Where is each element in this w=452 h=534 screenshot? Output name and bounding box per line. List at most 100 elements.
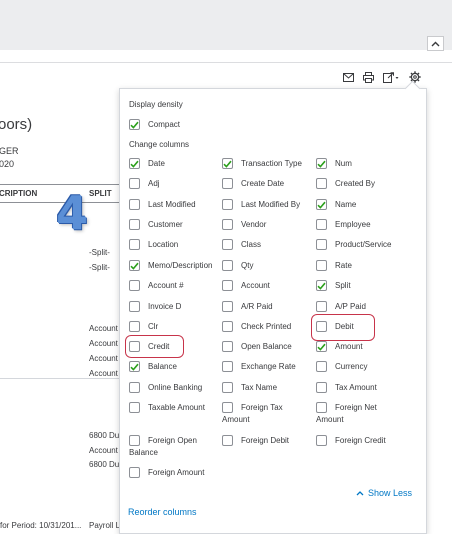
header-rule-top [0, 184, 119, 185]
option-label: Check Printed [241, 322, 292, 331]
account-cell: 6800 Du [89, 431, 119, 440]
column-option-created-by[interactable]: Created By [316, 178, 375, 190]
column-option-employee[interactable]: Employee [316, 219, 371, 231]
column-option-account[interactable]: Account [222, 280, 270, 292]
checkbox[interactable] [222, 341, 233, 352]
checkbox[interactable] [316, 382, 327, 393]
column-option-a-r-paid[interactable]: A/R Paid [222, 301, 273, 313]
column-header-split[interactable]: SPLIT [89, 189, 112, 198]
checkbox[interactable] [129, 321, 140, 332]
checkbox[interactable] [222, 301, 233, 312]
checkbox[interactable] [222, 280, 233, 291]
checkbox[interactable] [129, 199, 140, 210]
checkbox[interactable] [316, 158, 327, 169]
checkbox[interactable] [129, 435, 140, 446]
column-option-a-p-paid[interactable]: A/P Paid [316, 301, 366, 313]
checkbox[interactable] [316, 219, 327, 230]
checkbox[interactable] [222, 321, 233, 332]
checkbox[interactable] [129, 280, 140, 291]
checkbox[interactable] [316, 280, 327, 291]
checkbox[interactable] [222, 402, 233, 413]
column-option-online-banking[interactable]: Online Banking [129, 382, 202, 394]
column-option-foreign-open-balance[interactable]: Foreign Open [129, 435, 197, 447]
export-icon[interactable] [383, 70, 399, 84]
column-option-check-printed[interactable]: Check Printed [222, 321, 291, 333]
compact-checkbox[interactable] [129, 119, 140, 130]
checkbox[interactable] [316, 341, 327, 352]
print-icon[interactable] [363, 70, 374, 84]
checkbox[interactable] [222, 382, 233, 393]
column-option-vendor[interactable]: Vendor [222, 219, 266, 231]
column-option-foreign-tax-amount[interactable]: Foreign Tax [222, 402, 283, 414]
checkbox[interactable] [222, 199, 233, 210]
column-option-date[interactable]: Date [129, 158, 165, 170]
checkbox[interactable] [222, 435, 233, 446]
option-label: Foreign Open [148, 436, 197, 445]
column-option-last-modified-by[interactable]: Last Modified By [222, 199, 300, 211]
checkbox[interactable] [129, 239, 140, 250]
column-option-qty[interactable]: Qty [222, 260, 253, 272]
column-option-rate[interactable]: Rate [316, 260, 352, 272]
option-label: Class [241, 240, 262, 249]
column-option-currency[interactable]: Currency [316, 361, 367, 373]
checkbox[interactable] [222, 158, 233, 169]
checkbox[interactable] [316, 239, 327, 250]
collapse-button[interactable] [427, 36, 444, 51]
step-number: 4 [56, 186, 89, 240]
column-option-account[interactable]: Account # [129, 280, 184, 292]
checkbox[interactable] [222, 178, 233, 189]
checkbox[interactable] [129, 219, 140, 230]
column-option-memo-description[interactable]: Memo/Description [129, 260, 212, 272]
checkbox[interactable] [316, 178, 327, 189]
column-option-foreign-debit[interactable]: Foreign Debit [222, 435, 289, 447]
column-option-tax-name[interactable]: Tax Name [222, 382, 277, 394]
column-option-foreign-amount[interactable]: Foreign Amount [129, 467, 204, 479]
checkbox[interactable] [129, 301, 140, 312]
reorder-columns-link[interactable]: Reorder columns [128, 507, 197, 517]
checkbox[interactable] [316, 260, 327, 271]
column-option-foreign-net-amount[interactable]: Foreign Net [316, 402, 377, 414]
column-option-tax-amount[interactable]: Tax Amount [316, 382, 377, 394]
checkbox[interactable] [222, 361, 233, 372]
column-option-foreign-credit[interactable]: Foreign Credit [316, 435, 386, 447]
column-option-taxable-amount[interactable]: Taxable Amount [129, 402, 205, 414]
column-option-clr[interactable]: Clr [129, 321, 158, 333]
account-cell: 6800 Du [89, 460, 119, 469]
column-option-name[interactable]: Name [316, 199, 356, 211]
column-option-class[interactable]: Class [222, 239, 261, 251]
checkbox[interactable] [129, 361, 140, 372]
column-option-product-service[interactable]: Product/Service [316, 239, 391, 251]
column-option-balance[interactable]: Balance [129, 361, 177, 373]
column-option-last-modified[interactable]: Last Modified [129, 199, 196, 211]
checkbox[interactable] [129, 178, 140, 189]
column-option-num[interactable]: Num [316, 158, 352, 170]
column-header-description[interactable]: CRIPTION [0, 189, 37, 198]
checkbox[interactable] [316, 402, 327, 413]
column-option-transaction-type[interactable]: Transaction Type [222, 158, 302, 170]
column-option-amount[interactable]: Amount [316, 341, 363, 353]
checkbox[interactable] [222, 219, 233, 230]
checkbox[interactable] [222, 260, 233, 271]
checkbox[interactable] [129, 402, 140, 413]
checkbox[interactable] [129, 158, 140, 169]
column-option-invoice-d[interactable]: Invoice D [129, 301, 181, 313]
column-option-adj[interactable]: Adj [129, 178, 160, 190]
email-icon[interactable] [343, 70, 354, 84]
compact-option[interactable]: Compact [129, 119, 180, 131]
checkbox[interactable] [222, 239, 233, 250]
column-option-location[interactable]: Location [129, 239, 178, 251]
column-option-split[interactable]: Split [316, 280, 351, 292]
option-label: Clr [148, 322, 159, 331]
checkbox[interactable] [316, 301, 327, 312]
checkbox[interactable] [129, 260, 140, 271]
checkbox[interactable] [316, 199, 327, 210]
column-option-customer[interactable]: Customer [129, 219, 183, 231]
column-option-exchange-rate[interactable]: Exchange Rate [222, 361, 296, 373]
column-option-open-balance[interactable]: Open Balance [222, 341, 292, 353]
checkbox[interactable] [316, 435, 327, 446]
column-option-create-date[interactable]: Create Date [222, 178, 284, 190]
show-less-link[interactable]: Show Less [356, 488, 412, 498]
checkbox[interactable] [129, 467, 140, 478]
checkbox[interactable] [129, 382, 140, 393]
checkbox[interactable] [316, 361, 327, 372]
